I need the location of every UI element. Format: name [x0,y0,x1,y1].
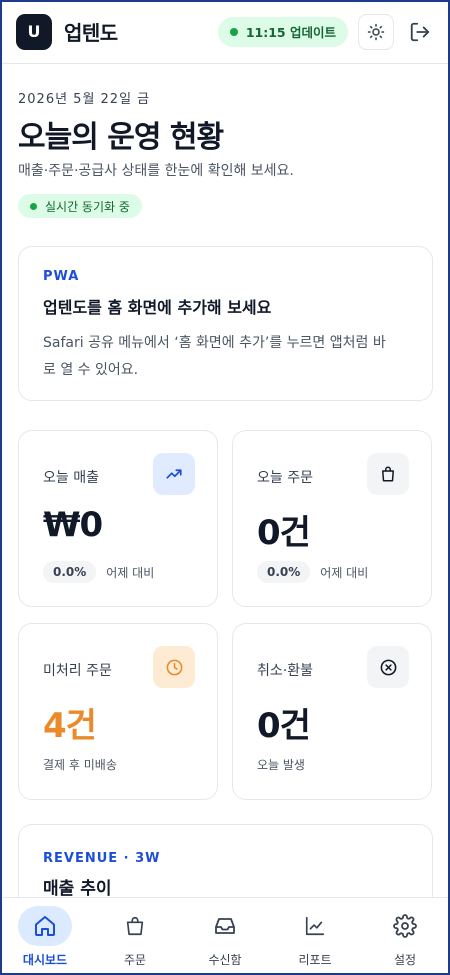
bottom-nav: 대시보드 주문 수신함 리포트 설정 [0,897,450,975]
nav-label: 리포트 [298,953,332,967]
nav-item-inbox[interactable]: 수신함 [180,898,270,975]
stat-value: 0건 [257,706,311,746]
shopping-bag-icon [108,906,162,946]
stat-card-pending[interactable]: 미처리 주문 4건 결제 후 미배송 [18,623,218,800]
current-date: 2026년 5월 22일 금 [18,92,151,107]
top-bar: U 업텐도 11:15 업데이트 [0,0,450,64]
theme-toggle-button[interactable] [358,13,394,50]
pwa-eyebrow: PWA [43,269,80,284]
page-title: 오늘의 운영 현황 [18,120,224,155]
stat-sub: 오늘 발생 [257,758,305,772]
chart-line-icon [288,906,342,946]
trend-title: 매출 추이 [43,879,112,899]
stat-label: 취소·환불 [257,663,313,679]
logout-button[interactable] [406,18,434,46]
nav-item-settings[interactable]: 설정 [360,898,450,975]
x-circle-icon [367,646,409,688]
pwa-install-card[interactable]: PWA 업텐도를 홈 화면에 추가해 보세요 Safari 공유 메뉴에서 ‘홈… [18,246,433,401]
logout-icon [410,22,430,41]
nav-item-reports[interactable]: 리포트 [270,898,360,975]
home-icon [18,906,72,946]
stat-card-cancel[interactable]: 취소·환불 0건 오늘 발생 [232,623,432,800]
live-sync-badge: 실시간 동기화 중 [18,194,142,218]
stat-card-sales[interactable]: 오늘 매출 ₩0 0.0% 어제 대비 [18,430,218,607]
gear-icon [378,906,432,946]
stat-change-badge: 0.0% [257,561,311,583]
stat-sub: 결제 후 미배송 [43,758,117,772]
nav-label: 주문 [123,953,147,967]
stat-value: 4건 [43,706,97,746]
status-dot [229,27,238,36]
clock-icon [153,646,195,688]
stat-value: 0건 [257,513,311,553]
nav-item-dashboard[interactable]: 대시보드 [0,898,90,975]
stat-compare: 0.0% 어제 대비 [43,561,154,583]
stat-label: 오늘 매출 [43,470,99,486]
live-sync-text: 실시간 동기화 중 [45,199,130,214]
stat-label: 오늘 주문 [257,470,313,486]
stat-change-badge: 0.0% [43,561,97,583]
nav-label: 수신함 [208,953,242,967]
update-status-badge: 11:15 업데이트 [217,16,348,47]
brand-name: 업텐도 [64,21,118,45]
trending-up-icon [153,453,195,495]
stat-compare-label: 어제 대비 [320,565,369,580]
trend-eyebrow: REVENUE · 3W [43,851,161,866]
stat-compare-label: 어제 대비 [106,565,155,580]
pwa-desc-line2: 로 열 수 있어요. [43,362,139,378]
app-logo[interactable]: U [16,13,52,50]
stat-compare: 0.0% 어제 대비 [257,561,368,583]
stat-value: ₩0 [43,505,103,545]
nav-label: 대시보드 [22,953,68,967]
pwa-title: 업텐도를 홈 화면에 추가해 보세요 [43,298,272,317]
nav-item-orders[interactable]: 주문 [90,898,180,975]
nav-label: 설정 [393,953,417,967]
pwa-desc-line1: Safari 공유 메뉴에서 ‘홈 화면에 추가’를 누르면 앱처럼 바 [43,335,386,351]
update-status-text: 11:15 업데이트 [245,25,336,40]
live-dot [30,202,37,210]
page-subtitle: 매출·주문·공급사 상태를 한눈에 확인해 보세요. [18,163,294,179]
inbox-icon [198,906,252,946]
sun-icon [367,23,385,40]
stat-label: 미처리 주문 [43,663,112,679]
pwa-description: Safari 공유 메뉴에서 ‘홈 화면에 추가’를 누르면 앱처럼 바 로 열… [43,330,408,384]
stat-card-orders[interactable]: 오늘 주문 0건 0.0% 어제 대비 [232,430,432,607]
shopping-bag-icon [367,453,409,495]
